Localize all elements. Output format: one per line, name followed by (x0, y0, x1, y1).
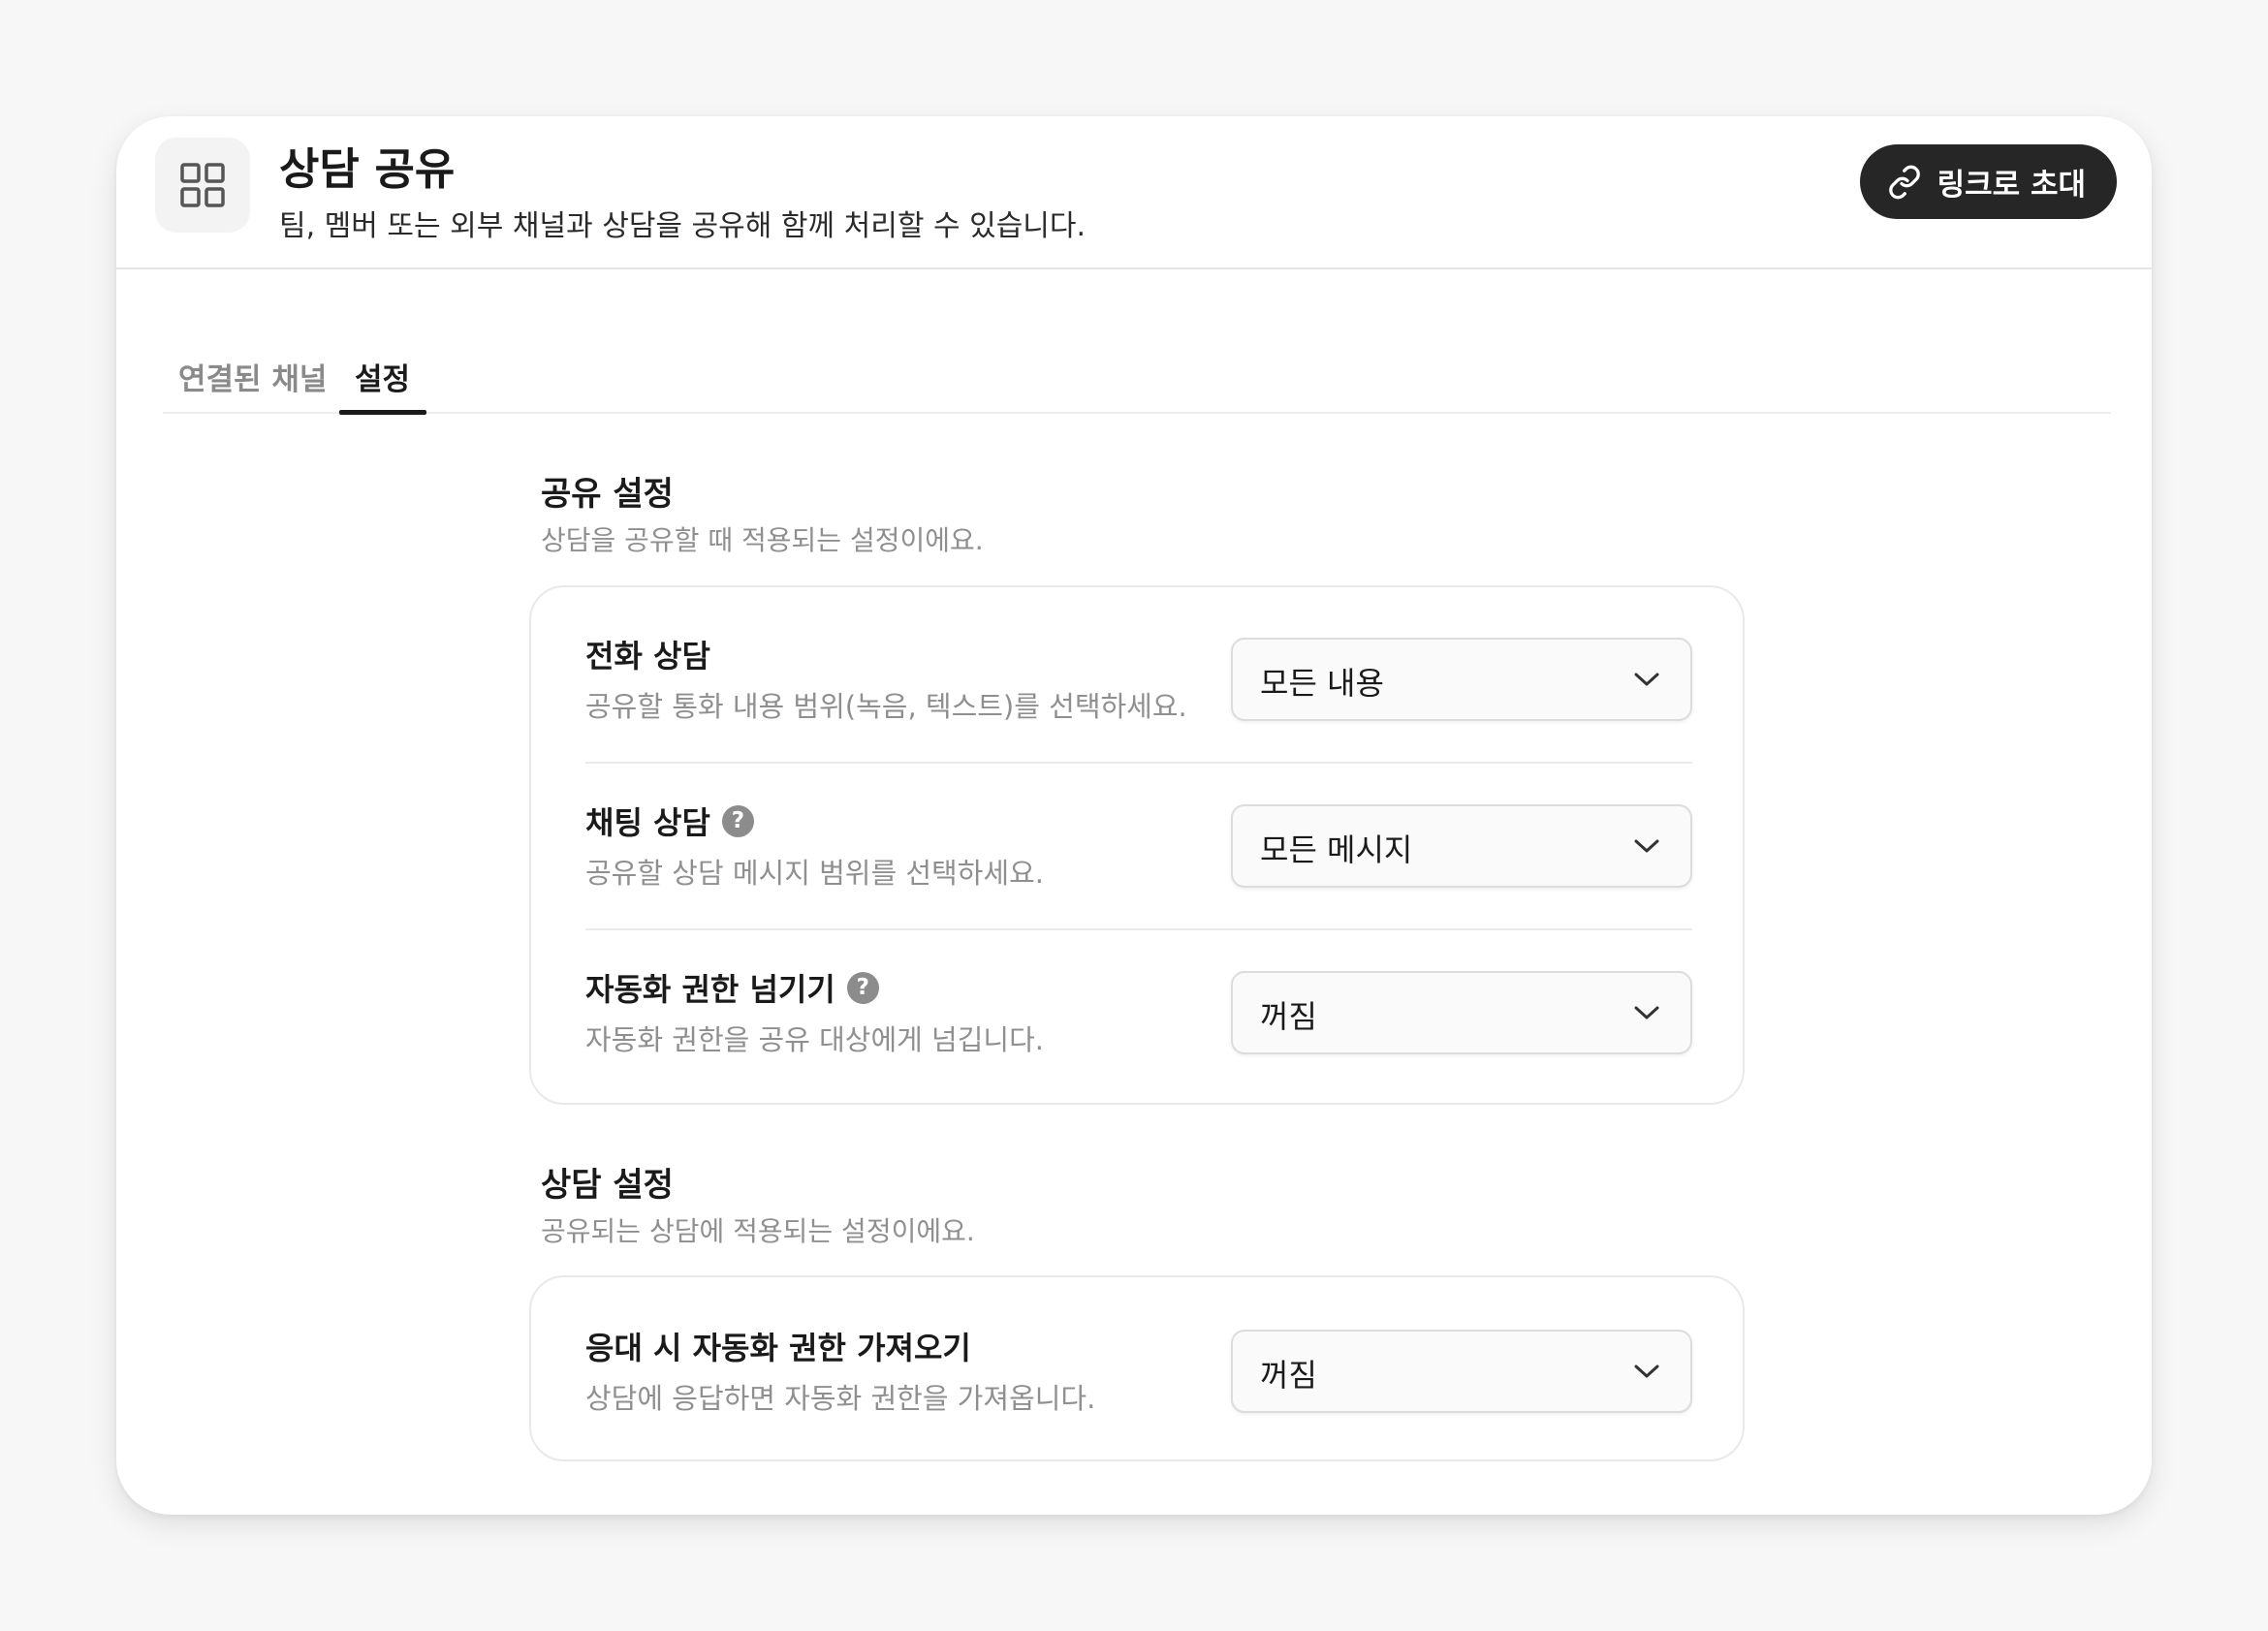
setting-row-automation-handover: 자동화 권한 넘기기 ? 자동화 권한을 공유 대상에게 넘깁니다. 꺼짐 (585, 921, 1692, 1087)
setting-row-phone: 전화 상담 공유할 통화 내용 범위(녹음, 텍스트)를 선택하세요. 모든 내… (585, 587, 1692, 754)
setting-label: 전화 상담 (585, 638, 710, 674)
setting-label: 자동화 권한 넘기기 ? (585, 965, 879, 1010)
select-value: 꺼짐 (1260, 1357, 1317, 1394)
invite-button-label: 링크로 초대 (1937, 168, 2086, 203)
tabs-divider (163, 412, 2111, 414)
help-icon[interactable]: ? (846, 971, 879, 1004)
link-icon (1887, 165, 1922, 200)
grid-icon (155, 138, 250, 233)
help-icon[interactable]: ? (721, 804, 754, 837)
active-tab-indicator (339, 410, 426, 415)
setting-description: 자동화 권한을 공유 대상에게 넘깁니다. (585, 1023, 1044, 1056)
invite-by-link-button[interactable]: 링크로 초대 (1859, 144, 2117, 219)
share-settings-card: 전화 상담 공유할 통화 내용 범위(녹음, 텍스트)를 선택하세요. 모든 내… (529, 585, 1745, 1105)
consult-settings-card: 응대 시 자동화 권한 가져오기 상담에 응답하면 자동화 권한을 가져옵니다.… (529, 1275, 1745, 1461)
setting-description: 공유할 통화 내용 범위(녹음, 텍스트)를 선택하세요. (585, 690, 1187, 723)
share-settings-description: 상담을 공유할 때 적용되는 설정이에요. (541, 524, 984, 556)
select-value: 모든 메시지 (1260, 831, 1413, 868)
chevron-down-icon (1634, 673, 1659, 686)
automation-handover-select[interactable]: 꺼짐 (1231, 971, 1692, 1054)
setting-description: 공유할 상담 메시지 범위를 선택하세요. (585, 857, 1044, 890)
header: 상담 공유 팀, 멤버 또는 외부 채널과 상담을 공유해 함께 처리할 수 있… (116, 116, 2152, 269)
select-value: 모든 내용 (1260, 665, 1384, 702)
share-settings-title: 공유 설정 (541, 475, 674, 514)
chat-share-scope-select[interactable]: 모든 메시지 (1231, 804, 1692, 888)
chevron-down-icon (1634, 839, 1659, 853)
setting-description: 상담에 응답하면 자동화 권한을 가져옵니다. (585, 1382, 1096, 1415)
consult-settings-description: 공유되는 상담에 적용되는 설정이에요. (541, 1215, 975, 1247)
chevron-down-icon (1634, 1006, 1659, 1019)
chevron-down-icon (1634, 1364, 1659, 1378)
phone-share-scope-select[interactable]: 모든 내용 (1231, 638, 1692, 721)
setting-label: 채팅 상담 ? (585, 799, 754, 843)
setting-row-fetch-automation: 응대 시 자동화 권한 가져오기 상담에 응답하면 자동화 권한을 가져옵니다.… (585, 1285, 1692, 1452)
page-subtitle: 팀, 멤버 또는 외부 채널과 상담을 공유해 함께 처리할 수 있습니다. (279, 209, 1087, 243)
tab-connected-channels[interactable]: 연결된 채널 (178, 355, 330, 423)
fetch-automation-select[interactable]: 꺼짐 (1231, 1330, 1692, 1413)
page-title: 상담 공유 (279, 143, 456, 195)
select-value: 꺼짐 (1260, 998, 1317, 1035)
consult-settings-title: 상담 설정 (541, 1166, 674, 1205)
setting-label: 응대 시 자동화 권한 가져오기 (585, 1330, 971, 1366)
setting-row-chat: 채팅 상담 ? 공유할 상담 메시지 범위를 선택하세요. 모든 메시지 (585, 754, 1692, 921)
